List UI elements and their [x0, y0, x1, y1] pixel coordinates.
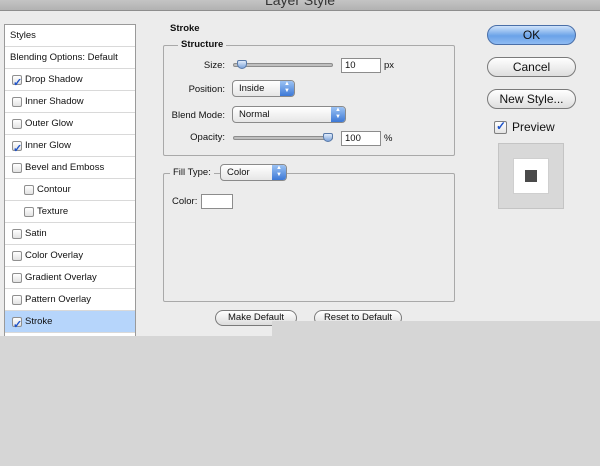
preview-label: Preview	[512, 120, 555, 134]
style-checkbox[interactable]: ✓	[12, 75, 22, 89]
style-item-label: Pattern Overlay	[25, 294, 91, 305]
style-item-texture[interactable]: Texture	[5, 201, 135, 223]
style-checkbox[interactable]	[24, 185, 34, 195]
style-checkbox[interactable]	[24, 207, 34, 217]
style-item-color-overlay[interactable]: Color Overlay	[5, 245, 135, 267]
checkmark-icon: ✓	[13, 319, 23, 331]
cancel-button[interactable]: Cancel	[487, 57, 576, 77]
opacity-slider-track[interactable]	[233, 136, 333, 140]
style-checkbox[interactable]: ✓	[12, 141, 22, 155]
gray-background	[272, 321, 600, 466]
opacity-unit: %	[384, 133, 393, 144]
blend-mode-select[interactable]: Normal ▲ ▼	[232, 106, 346, 123]
updown-arrows-icon: ▲ ▼	[280, 81, 294, 96]
style-item-label: Inner Shadow	[25, 96, 84, 107]
style-item-label: Gradient Overlay	[25, 272, 97, 283]
position-label: Position:	[188, 84, 225, 95]
style-item-outer-glow[interactable]: Outer Glow	[5, 113, 135, 135]
style-item-label: Texture	[37, 206, 69, 217]
title-bar[interactable]: Layer Style	[0, 0, 600, 11]
checkmark-icon: ✓	[496, 119, 507, 133]
style-checkbox[interactable]	[12, 119, 22, 129]
style-checkbox[interactable]	[12, 251, 22, 261]
style-checkbox[interactable]: ✓	[12, 317, 22, 331]
style-item-label: Contour	[37, 184, 71, 195]
ok-button[interactable]: OK	[487, 25, 576, 45]
style-item-label: Bevel and Emboss	[25, 162, 105, 173]
style-item-contour[interactable]: Contour	[5, 179, 135, 201]
updown-arrows-icon: ▲ ▼	[331, 107, 345, 122]
color-label: Color:	[172, 196, 198, 207]
new-style-button[interactable]: New Style...	[487, 89, 576, 109]
color-swatch[interactable]	[201, 194, 233, 209]
style-item-pattern-overlay[interactable]: Pattern Overlay	[5, 289, 135, 311]
size-slider-thumb[interactable]	[236, 60, 247, 69]
position-value: Inside	[239, 83, 265, 94]
styles-header[interactable]: Styles	[5, 25, 135, 47]
style-checkbox[interactable]	[12, 163, 22, 173]
size-unit: px	[384, 60, 395, 71]
updown-arrows-icon: ▲ ▼	[272, 165, 286, 180]
position-select[interactable]: Inside ▲ ▼	[232, 80, 295, 97]
fill-type-select[interactable]: Color ▲ ▼	[220, 164, 287, 181]
styles-list: Styles Blending Options: Default ✓ Drop S…	[4, 24, 136, 336]
style-item-stroke[interactable]: ✓ Stroke	[5, 311, 135, 333]
structure-heading: Structure	[178, 39, 227, 50]
style-item-label: Satin	[25, 228, 47, 239]
style-item-inner-glow[interactable]: ✓ Inner Glow	[5, 135, 135, 157]
preview-checkbox[interactable]: ✓	[494, 119, 507, 134]
style-item-bevel-and-emboss[interactable]: Bevel and Emboss	[5, 157, 135, 179]
fill-group	[163, 173, 455, 302]
preview-thumbnail	[498, 143, 564, 209]
style-item-label: Outer Glow	[25, 118, 74, 129]
opacity-input[interactable]: 100	[341, 131, 381, 146]
blend-mode-value: Normal	[239, 109, 270, 120]
preview-stroke-square	[525, 170, 537, 182]
stroke-heading: Stroke	[170, 23, 200, 34]
style-item-label: Color Overlay	[25, 250, 84, 261]
opacity-label: Opacity:	[190, 132, 225, 143]
fill-type-label: Fill Type:	[170, 167, 214, 178]
blend-mode-label: Blend Mode:	[171, 110, 225, 121]
style-item-label: Inner Glow	[25, 140, 71, 151]
size-input[interactable]: 10	[341, 58, 381, 73]
size-label: Size:	[203, 60, 225, 71]
preview-layer	[513, 158, 549, 194]
style-item-label: Drop Shadow	[25, 74, 83, 85]
style-item-satin[interactable]: Satin	[5, 223, 135, 245]
blending-options-item[interactable]: Blending Options: Default	[5, 47, 135, 69]
style-checkbox[interactable]	[12, 97, 22, 107]
style-checkbox[interactable]	[12, 229, 22, 239]
fill-type-value: Color	[227, 167, 250, 178]
style-item-drop-shadow[interactable]: ✓ Drop Shadow	[5, 69, 135, 91]
size-slider-track[interactable]	[233, 63, 333, 67]
style-checkbox[interactable]	[12, 295, 22, 305]
screen: Layer Style Styles Blending Options: Def…	[0, 0, 600, 466]
window-title: Layer Style	[264, 0, 336, 8]
style-item-gradient-overlay[interactable]: Gradient Overlay	[5, 267, 135, 289]
style-checkbox[interactable]	[12, 273, 22, 283]
layer-style-dialog: Layer Style Styles Blending Options: Def…	[0, 0, 600, 336]
style-item-label: Stroke	[25, 316, 53, 327]
style-item-inner-shadow[interactable]: Inner Shadow	[5, 91, 135, 113]
